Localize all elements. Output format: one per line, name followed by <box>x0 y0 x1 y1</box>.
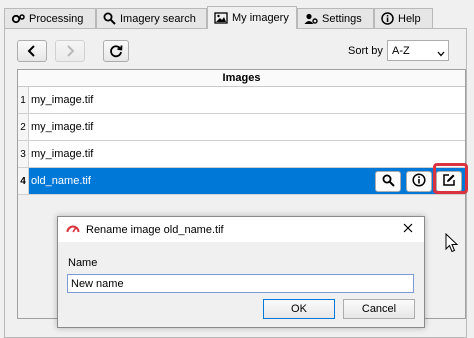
ok-button[interactable]: OK <box>263 299 335 319</box>
tab-label: Help <box>398 12 421 25</box>
sort-select[interactable]: A-Z <box>387 40 449 61</box>
name-label: Name <box>68 257 98 269</box>
dialog-titlebar: Rename image old_name.tif <box>58 217 424 242</box>
app-logo-icon <box>66 223 80 236</box>
forward-button[interactable] <box>55 40 85 62</box>
refresh-icon <box>109 44 123 58</box>
image-icon <box>214 12 228 24</box>
chevron-left-icon <box>27 45 37 57</box>
tab-help[interactable]: Help <box>374 8 433 28</box>
close-icon[interactable] <box>402 222 414 237</box>
sort-value: A-Z <box>392 44 410 57</box>
name-input[interactable] <box>67 274 414 293</box>
tab-label: My imagery <box>232 12 289 24</box>
preview-button[interactable] <box>375 171 401 192</box>
tab-label: Processing <box>29 12 84 25</box>
table-row[interactable]: 2 my_image.tif <box>18 114 465 141</box>
search-icon <box>103 12 116 25</box>
mouse-cursor-icon <box>445 232 459 256</box>
search-icon <box>382 174 395 190</box>
tab-my-imagery[interactable]: My imagery <box>207 6 297 29</box>
tab-processing[interactable]: Processing <box>4 8 96 28</box>
tab-bar: Processing Imagery search My imagery Set… <box>4 6 474 29</box>
refresh-button[interactable] <box>103 40 129 62</box>
info-icon <box>381 12 394 25</box>
chevron-right-icon <box>65 45 75 57</box>
images-header: Images <box>18 70 465 87</box>
row-number: 3 <box>18 141 29 168</box>
gears-icon <box>11 13 25 25</box>
row-number: 1 <box>18 87 29 114</box>
row-number: 4 <box>18 168 29 195</box>
row-number: 2 <box>18 114 29 141</box>
table-row[interactable]: 3 my_image.tif <box>18 141 465 168</box>
gear-user-icon <box>304 13 318 25</box>
image-name-cell[interactable]: my_image.tif <box>29 114 465 141</box>
tab-label: Settings <box>322 12 362 25</box>
dialog-title: Rename image old_name.tif <box>86 223 224 236</box>
sort-by-label: Sort by <box>348 45 383 57</box>
rename-dialog: Rename image old_name.tif Name OK Cancel <box>57 216 425 328</box>
info-button[interactable] <box>406 171 432 192</box>
table-row-selected[interactable]: 4 old_name.tif <box>18 168 465 195</box>
info-icon <box>412 173 426 190</box>
tab-settings[interactable]: Settings <box>297 8 374 28</box>
table-row[interactable]: 1 my_image.tif <box>18 87 465 114</box>
tab-label: Imagery search <box>120 12 196 25</box>
rename-button-highlight <box>433 163 468 194</box>
back-button[interactable] <box>17 40 47 62</box>
image-name-cell[interactable]: my_image.tif <box>29 141 465 168</box>
tab-imagery-search[interactable]: Imagery search <box>96 8 207 28</box>
image-name-cell[interactable]: my_image.tif <box>29 87 465 114</box>
cancel-button[interactable]: Cancel <box>343 299 415 319</box>
chevron-down-icon <box>437 48 445 60</box>
